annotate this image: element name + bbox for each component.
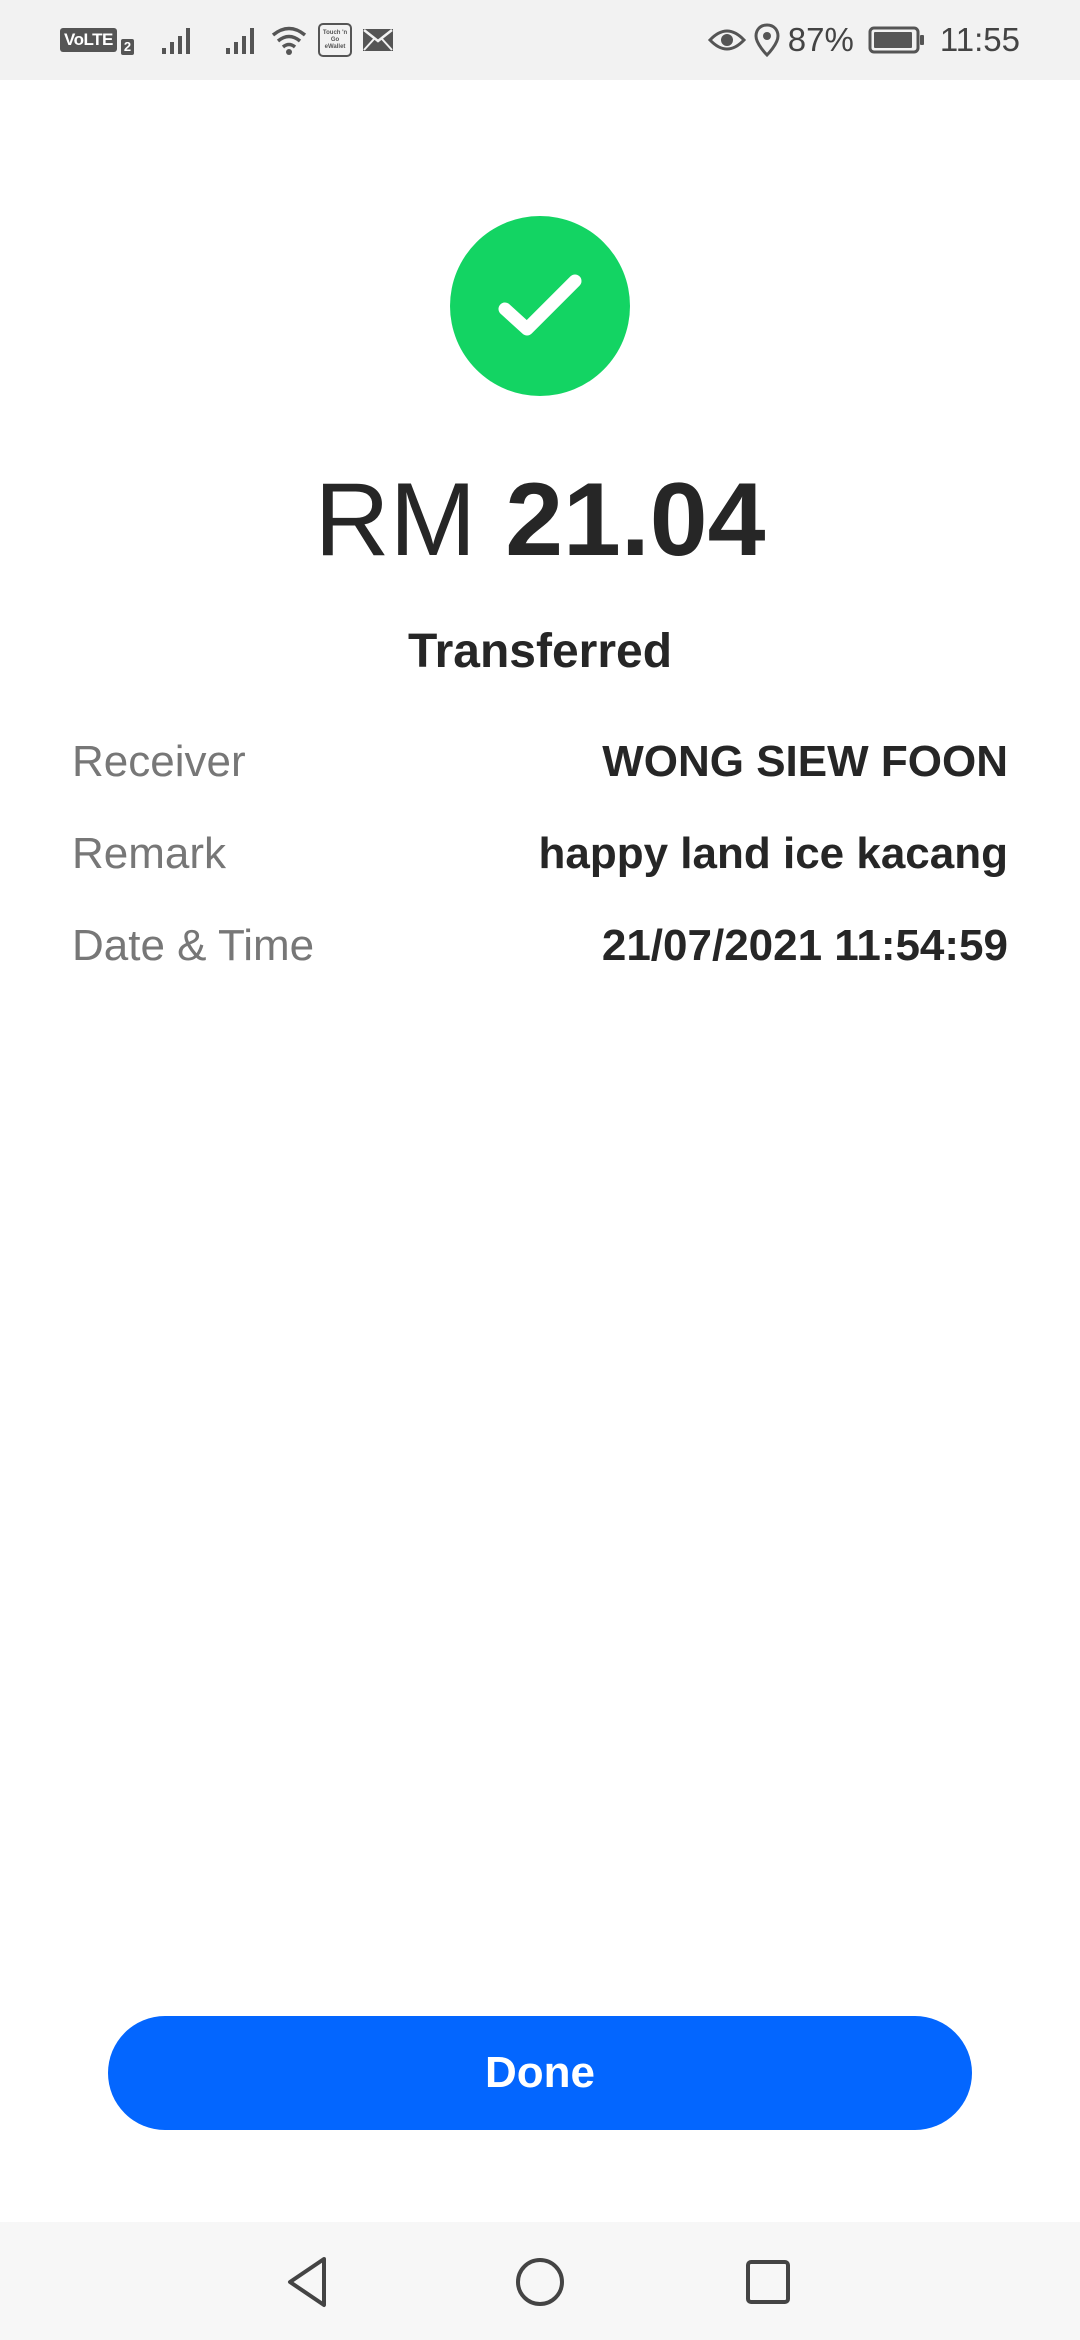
home-icon: [516, 2258, 564, 2306]
transfer-amount: RM 21.04: [0, 455, 1080, 585]
signal-icon: [162, 28, 191, 54]
volte-icon: VoLTE: [60, 28, 117, 52]
nav-back-button[interactable]: [276, 2250, 340, 2314]
done-button[interactable]: Done: [108, 2016, 972, 2130]
amount-value: 21.04: [505, 462, 766, 578]
transfer-status: Transferred: [407, 625, 673, 678]
recents-icon: [746, 2260, 790, 2304]
detail-label: Receiver: [72, 737, 246, 786]
detail-label: Remark: [72, 829, 227, 878]
receiver-name: WONG SIEW FOON: [602, 737, 1008, 786]
location-icon: [754, 23, 780, 57]
status-bar: VoLTE 2 Touch 'n Go eWallet 87% 11:55: [0, 0, 1080, 80]
status-bar-right: 87% 11:55: [707, 18, 1020, 62]
tng-ewallet-icon: Touch 'n Go eWallet: [318, 23, 353, 57]
success-badge: [450, 216, 630, 396]
detail-row-datetime: Date & Time 21/07/2021 11:54:59: [72, 911, 1008, 981]
nav-recents-button[interactable]: [736, 2250, 800, 2314]
sim-slot-badge: 2: [120, 39, 135, 55]
nav-home-button[interactable]: [508, 2250, 572, 2314]
tng-label: Touch 'n Go eWallet: [322, 29, 348, 50]
status-bar-left: VoLTE 2 Touch 'n Go eWallet: [60, 18, 394, 62]
eye-icon: [707, 29, 746, 51]
currency-label: RM: [314, 462, 477, 578]
detail-label: Date & Time: [72, 921, 315, 970]
mail-icon: [363, 29, 394, 51]
clock: 11:55: [939, 21, 1020, 58]
check-icon: [498, 274, 582, 336]
wifi-icon: [271, 26, 307, 55]
battery-icon: [868, 26, 924, 54]
transaction-datetime: 21/07/2021 11:54:59: [601, 921, 1008, 970]
remark-text: happy land ice kacang: [538, 829, 1009, 878]
system-nav-bar: [0, 2222, 1080, 2340]
signal-icon: [226, 28, 255, 54]
back-icon: [288, 2257, 326, 2307]
battery-percent: 87%: [787, 21, 854, 58]
detail-row-receiver: Receiver WONG SIEW FOON: [72, 727, 1008, 797]
detail-row-remark: Remark happy land ice kacang: [72, 819, 1008, 889]
